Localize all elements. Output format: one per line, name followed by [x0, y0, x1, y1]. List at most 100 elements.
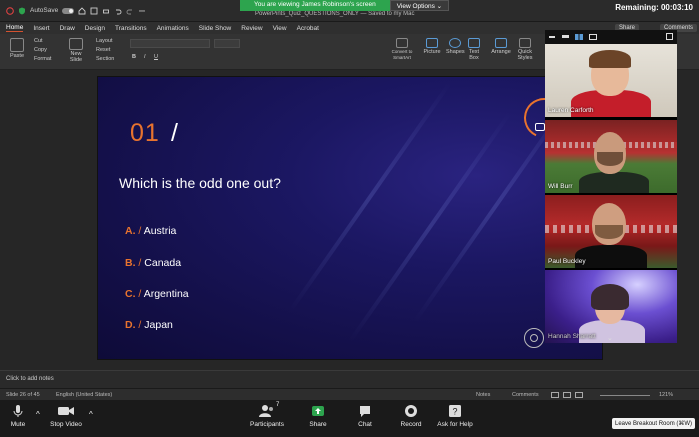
- share-label: Share: [309, 421, 327, 428]
- cut-button[interactable]: Cut: [34, 38, 43, 44]
- participants-button[interactable]: Participants: [248, 404, 286, 428]
- new-slide-icon: [69, 38, 83, 50]
- convert-smartart-button[interactable]: Convert to SmartArt: [388, 38, 416, 61]
- zoom-slider[interactable]: [600, 395, 650, 396]
- slide-logo-icon: [524, 328, 544, 348]
- notes-toggle[interactable]: Notes: [476, 392, 490, 398]
- picture-button[interactable]: Picture: [423, 38, 441, 55]
- view-options-button[interactable]: View Options ⌄: [389, 0, 450, 11]
- video-tile[interactable]: Paul Buckley: [545, 195, 677, 268]
- tab-insert[interactable]: Insert: [33, 25, 49, 32]
- print-icon[interactable]: [102, 7, 110, 15]
- tab-design[interactable]: Design: [85, 25, 105, 32]
- chat-button[interactable]: Chat: [354, 404, 376, 428]
- reset-button[interactable]: Reset: [96, 47, 110, 53]
- mute-options-chevron-icon[interactable]: ^: [36, 410, 40, 419]
- quick-styles-icon: [519, 38, 531, 48]
- answer-separator: /: [138, 225, 142, 237]
- scroll-down-chevron-icon[interactable]: ⌄: [607, 334, 613, 342]
- tab-acrobat[interactable]: Acrobat: [297, 25, 319, 32]
- help-icon: ?: [449, 405, 461, 417]
- smartart-icon: [396, 38, 408, 48]
- record-button[interactable]: Record: [398, 404, 424, 428]
- zoom-level[interactable]: 121%: [659, 392, 673, 398]
- text-box-button[interactable]: Text Box: [467, 38, 481, 61]
- shapes-button[interactable]: Shapes: [446, 38, 465, 55]
- tab-slide-show[interactable]: Slide Show: [199, 25, 232, 32]
- underline-button[interactable]: U: [154, 54, 158, 60]
- redo-icon[interactable]: [126, 7, 134, 15]
- svg-text:?: ?: [452, 407, 457, 417]
- shield-icon[interactable]: [18, 7, 26, 15]
- strip-view-icon[interactable]: [589, 34, 597, 40]
- quick-styles-button[interactable]: Quick Styles: [515, 38, 535, 61]
- tab-transitions[interactable]: Transitions: [115, 25, 147, 32]
- question-number: 01: [130, 119, 160, 147]
- tab-view[interactable]: View: [273, 25, 287, 32]
- question-text: Which is the odd one out?: [119, 175, 281, 191]
- bold-button[interactable]: B: [132, 54, 136, 60]
- video-options-chevron-icon[interactable]: ^: [89, 410, 93, 419]
- screen-share-banner: You are viewing James Robinson's screen …: [240, 0, 450, 11]
- participant-name: Will Burr: [548, 183, 573, 190]
- arrange-label: Arrange: [491, 49, 511, 55]
- format-button[interactable]: Format: [34, 56, 51, 62]
- notes-pane[interactable]: Click to add notes: [0, 370, 699, 388]
- video-tile[interactable]: Lauren Carforth: [545, 44, 677, 117]
- paste-label: Paste: [9, 53, 25, 59]
- autosave-toggle[interactable]: [62, 7, 75, 14]
- gallery-view-icon[interactable]: [575, 34, 583, 40]
- normal-view-icon[interactable]: [551, 392, 559, 398]
- stop-video-label: Stop Video: [50, 421, 82, 428]
- mute-button[interactable]: Mute: [6, 404, 30, 428]
- video-panel-header: [545, 30, 677, 44]
- tab-review[interactable]: Review: [241, 25, 262, 32]
- paste-button[interactable]: Paste: [6, 38, 28, 59]
- zoom-info-icon[interactable]: [6, 6, 14, 15]
- mute-label: Mute: [10, 421, 26, 428]
- participants-count: 7: [276, 402, 280, 408]
- slide-canvas[interactable]: 01 / Which is the odd one out? A. / Aust…: [97, 76, 603, 360]
- reading-view-icon[interactable]: [575, 392, 583, 398]
- slide-sorter-icon[interactable]: [563, 392, 571, 398]
- answer-letter: A.: [125, 225, 136, 237]
- home-icon[interactable]: [78, 6, 86, 15]
- tab-animations[interactable]: Animations: [157, 25, 189, 32]
- expand-icon[interactable]: [666, 33, 673, 40]
- ask-for-help-button[interactable]: ? Ask for Help: [435, 404, 475, 428]
- undo-icon[interactable]: [114, 7, 122, 15]
- font-size-select[interactable]: [214, 39, 240, 48]
- picture-label: Picture: [423, 49, 441, 55]
- answer-separator: /: [138, 319, 142, 331]
- share-screen-button[interactable]: Share: [306, 404, 330, 428]
- answer-text: Argentina: [143, 288, 189, 300]
- answer-option: B. / Canada: [125, 257, 181, 269]
- more-icon[interactable]: [138, 7, 146, 15]
- status-bar: Slide 26 of 45 English (United States) N…: [0, 388, 699, 400]
- stop-video-button[interactable]: Stop Video: [48, 404, 84, 428]
- video-tile[interactable]: Hannah Sharratt ⌄: [545, 270, 677, 343]
- arrange-button[interactable]: Arrange: [490, 38, 512, 55]
- tab-home[interactable]: Home: [6, 24, 24, 32]
- italic-button[interactable]: I: [144, 54, 146, 60]
- language-status[interactable]: English (United States): [56, 392, 112, 398]
- new-slide-button[interactable]: New Slide: [66, 38, 86, 63]
- save-icon[interactable]: [90, 7, 98, 15]
- section-button[interactable]: Section: [96, 56, 114, 62]
- video-panel: Lauren Carforth Will Burr Paul Buckley H…: [545, 30, 677, 343]
- font-name-select[interactable]: [130, 39, 210, 48]
- single-view-icon[interactable]: [562, 35, 569, 38]
- leave-breakout-room-button[interactable]: Leave Breakout Room (⌘W): [612, 418, 696, 429]
- copy-button[interactable]: Copy: [34, 47, 47, 53]
- quick-styles-label: Quick Styles: [517, 49, 533, 61]
- new-slide-label: New Slide: [69, 51, 83, 63]
- minimize-icon[interactable]: [549, 36, 555, 38]
- shapes-label: Shapes: [446, 49, 465, 55]
- layout-button[interactable]: Layout: [96, 38, 113, 44]
- comments-toggle[interactable]: Comments: [512, 392, 539, 398]
- viewing-text: You are viewing James Robinson's screen: [240, 0, 390, 11]
- tab-draw[interactable]: Draw: [60, 25, 75, 32]
- video-tile[interactable]: Will Burr: [545, 120, 677, 193]
- participant-name: Paul Buckley: [548, 258, 586, 265]
- paste-icon: [10, 38, 24, 52]
